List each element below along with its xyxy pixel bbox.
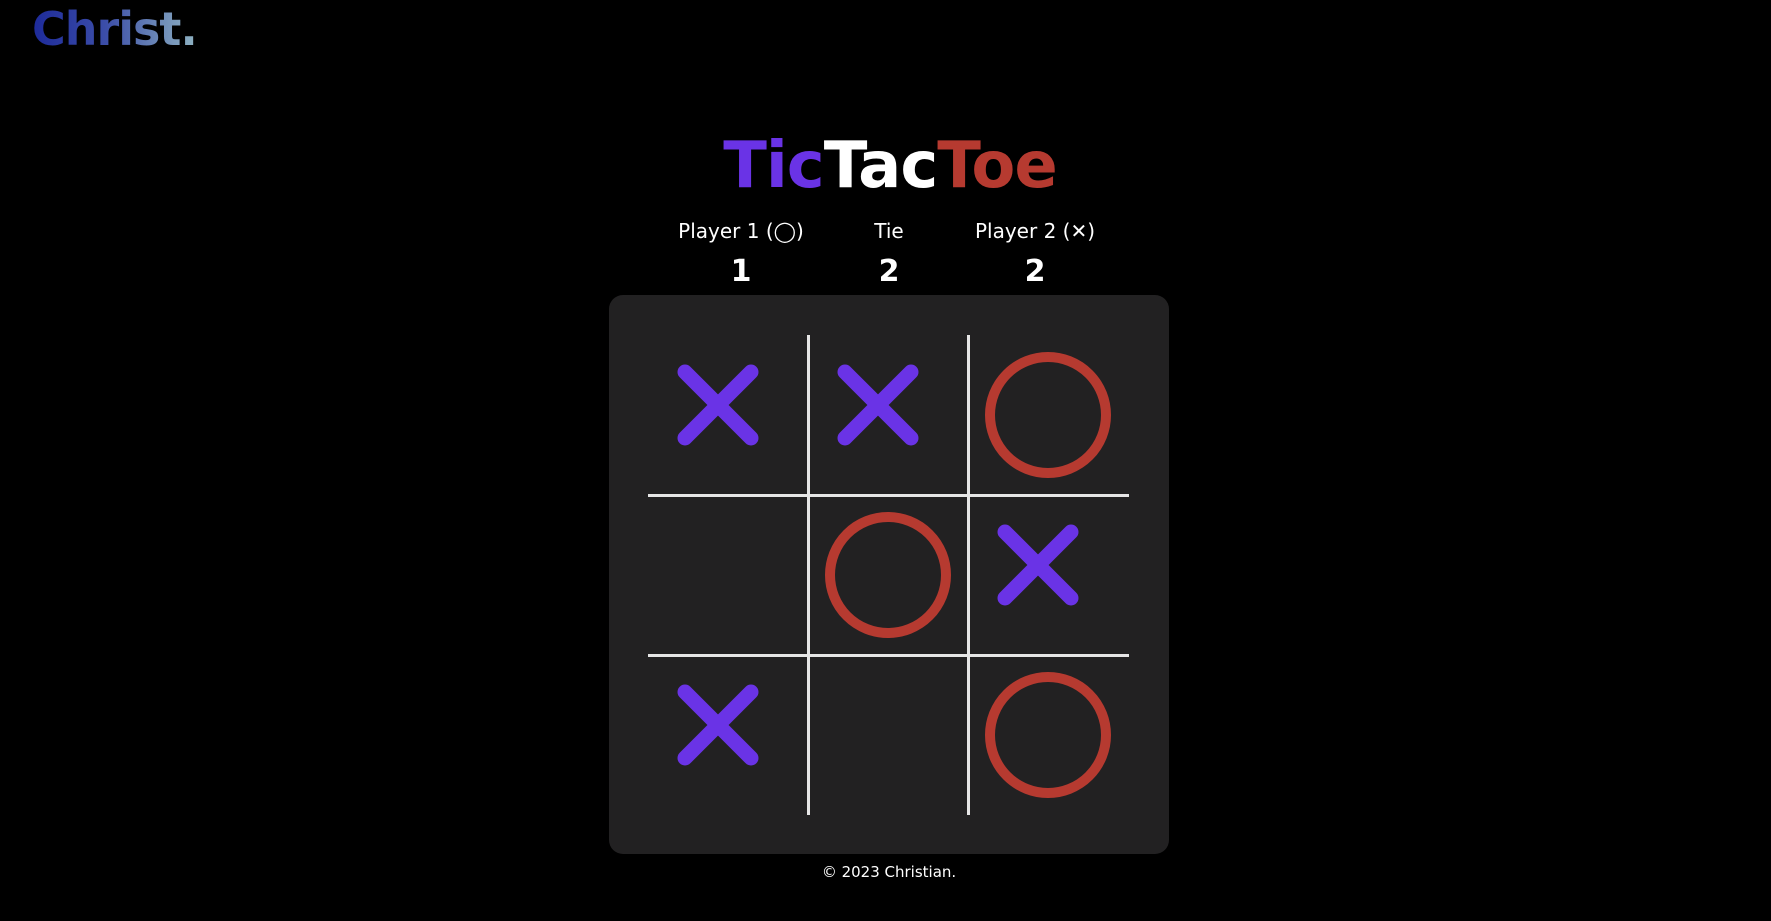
page: Christ. TicTacToe Player 1 (◯) 1 Tie 2 P… bbox=[0, 0, 1771, 921]
game-grid bbox=[648, 335, 1129, 815]
board-cell-9[interactable] bbox=[968, 655, 1128, 815]
board-cell-1[interactable] bbox=[648, 335, 808, 495]
o-mark-icon bbox=[985, 672, 1111, 798]
o-mark-icon bbox=[985, 352, 1111, 478]
board-cell-6[interactable] bbox=[968, 495, 1128, 655]
title-part-tac: Tac bbox=[823, 129, 939, 203]
board-cell-5[interactable] bbox=[808, 495, 968, 655]
score-value-player-2: 2 bbox=[1024, 254, 1046, 289]
logo[interactable]: Christ. bbox=[32, 2, 198, 56]
title-part-tic: Tic bbox=[723, 129, 825, 203]
x-mark-icon bbox=[677, 364, 759, 446]
board-cell-4[interactable] bbox=[648, 495, 808, 655]
board-cell-7[interactable] bbox=[648, 655, 808, 815]
game-title: TicTacToe bbox=[0, 126, 1771, 206]
board-cell-2[interactable] bbox=[808, 335, 968, 495]
board-cell-3[interactable] bbox=[968, 335, 1128, 495]
x-mark-icon bbox=[677, 684, 759, 766]
game-board-panel bbox=[609, 295, 1169, 854]
board-cell-8[interactable] bbox=[808, 655, 968, 815]
score-player-2: Player 2 (✕) 2 bbox=[935, 216, 1135, 292]
x-mark-icon bbox=[997, 524, 1079, 606]
x-mark-icon bbox=[837, 364, 919, 446]
footer-copyright: © 2023 Christian. bbox=[821, 863, 957, 881]
score-label-player-2: Player 2 (✕) bbox=[974, 219, 1096, 243]
title-part-toe: Toe bbox=[937, 129, 1058, 203]
o-mark-icon bbox=[825, 512, 951, 638]
scoreboard: Player 1 (◯) 1 Tie 2 Player 2 (✕) 2 bbox=[0, 216, 1771, 296]
